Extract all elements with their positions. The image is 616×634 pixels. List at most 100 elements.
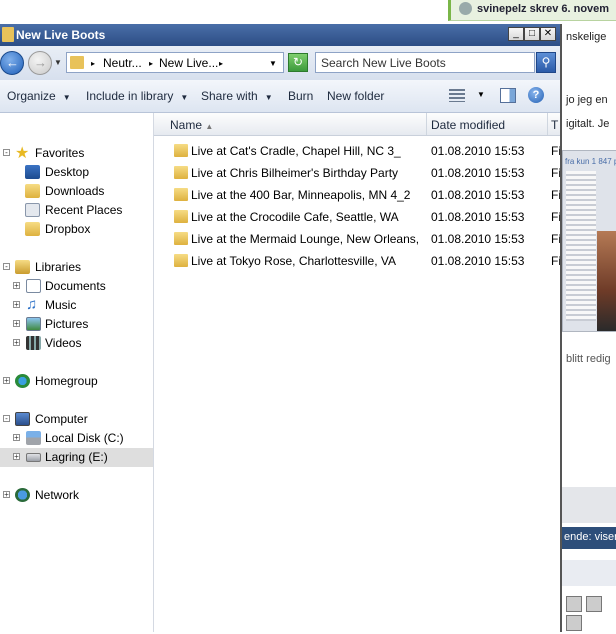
expand-icon[interactable]: + (13, 320, 20, 328)
nav-item-libraries[interactable]: - Libraries (0, 258, 153, 277)
background-text-2: jo jeg en (566, 94, 608, 106)
expand-icon[interactable]: + (13, 282, 20, 290)
table-row[interactable]: Live at the 400 Bar, Minneapolis, MN 4_2… (154, 184, 560, 206)
background-text-4: blitt redig (566, 353, 611, 365)
file-list: Name ▲ Date modified T Live at Cat's Cra… (154, 113, 560, 632)
organize-button[interactable]: Organize ▼ (7, 89, 71, 103)
libraries-icon (15, 260, 30, 274)
expand-icon[interactable]: + (13, 453, 20, 461)
network-icon (15, 488, 30, 502)
chevron-down-icon: ▼ (264, 93, 273, 102)
file-name: Live at Chris Bilheimer's Birthday Party (191, 166, 399, 180)
refresh-button[interactable]: ↻ (288, 53, 308, 72)
expand-icon[interactable]: + (3, 491, 10, 499)
table-row[interactable]: Live at Chris Bilheimer's Birthday Party… (154, 162, 560, 184)
file-name: Live at the Mermaid Lounge, New Orleans, (191, 232, 420, 246)
sort-ascending-icon: ▲ (205, 122, 214, 131)
file-type: Fi (551, 210, 560, 224)
share-with-button[interactable]: Share with ▼ (201, 89, 273, 103)
nav-item-network[interactable]: + Network (0, 486, 153, 505)
dropbox-folder-icon (25, 222, 40, 236)
music-icon: ♫ (26, 296, 38, 313)
nav-item-lagring[interactable]: + Lagring (E:) (0, 448, 153, 467)
breadcrumb-item-neutr[interactable]: Neutr... (103, 56, 142, 70)
close-button[interactable]: ✕ (540, 27, 556, 41)
search-input[interactable]: Search New Live Boots (315, 52, 535, 73)
nav-label: Videos (45, 336, 82, 350)
background-light-bar (562, 560, 616, 586)
background-image: fra kun 1 847 p (562, 150, 616, 332)
videos-icon (26, 336, 41, 350)
folder-icon (70, 56, 84, 69)
minimize-button[interactable]: _ (508, 27, 524, 41)
folder-icon (174, 210, 188, 223)
nav-label: Downloads (45, 184, 105, 198)
file-name: Live at Cat's Cradle, Chapel Hill, NC 3_ (191, 144, 401, 158)
nav-item-computer[interactable]: - Computer (0, 410, 153, 429)
search-icon[interactable]: ⚲ (536, 52, 556, 73)
nav-item-favorites[interactable]: - ★ Favorites (0, 144, 153, 163)
file-name: Live at the Crocodile Cafe, Seattle, WA (191, 210, 399, 224)
background-text-3: igitalt. Je (566, 118, 610, 130)
command-bar: Organize ▼ Include in library ▼ Share with… (0, 80, 560, 113)
notification-text: svinepelz skrev 6. novem (477, 3, 610, 15)
window-title: New Live Boots (16, 28, 106, 42)
include-in-library-button[interactable]: Include in library ▼ (86, 89, 188, 103)
nav-item-downloads[interactable]: Downloads (0, 182, 153, 201)
expand-icon[interactable]: + (13, 301, 20, 309)
folder-icon (174, 232, 188, 245)
nav-item-local-disk[interactable]: + Local Disk (C:) (0, 429, 153, 448)
nav-label: Libraries (35, 260, 82, 274)
nav-item-homegroup[interactable]: + Homegroup (0, 372, 153, 391)
expand-icon[interactable]: + (3, 377, 10, 385)
back-button[interactable]: ← (0, 51, 24, 75)
recent-places-icon (25, 203, 40, 217)
column-name[interactable]: Name ▲ (170, 118, 213, 132)
table-row[interactable]: Live at Cat's Cradle, Chapel Hill, NC 3_… (154, 140, 560, 162)
chevron-right-icon[interactable]: ▸ (91, 59, 95, 68)
background-toolbar-icons[interactable] (562, 596, 616, 631)
address-dropdown-icon[interactable]: ▼ (269, 59, 277, 68)
recent-pages-dropdown-icon[interactable]: ▼ (54, 58, 62, 67)
nav-item-music[interactable]: + ♫ Music (0, 296, 153, 315)
nav-item-dropbox[interactable]: Dropbox (0, 220, 153, 239)
avatar (459, 2, 472, 15)
column-type[interactable]: T (551, 118, 558, 132)
documents-icon (26, 279, 41, 293)
help-icon[interactable]: ? (528, 87, 544, 103)
explorer-window: New Live Boots _ □ ✕ ← → ▼ ▸ Neutr... ▸ … (0, 24, 562, 632)
nav-label: Music (45, 298, 77, 312)
nav-item-recent-places[interactable]: Recent Places (0, 201, 153, 220)
expand-icon[interactable]: + (13, 434, 20, 442)
breadcrumb[interactable]: ▸ Neutr... ▸ New Live... ▸ ▼ (66, 52, 284, 73)
view-options-icon[interactable] (449, 89, 465, 102)
table-row[interactable]: Live at the Mermaid Lounge, New Orleans,… (154, 228, 560, 250)
nav-label: Dropbox (45, 222, 91, 236)
collapse-icon[interactable]: - (3, 149, 10, 157)
nav-label: Documents (45, 279, 106, 293)
nav-item-videos[interactable]: + Videos (0, 334, 153, 353)
table-row[interactable]: Live at Tokyo Rose, Charlottesville, VA … (154, 250, 560, 272)
chevron-right-icon[interactable]: ▸ (219, 59, 223, 68)
chevron-down-icon[interactable]: ▼ (477, 90, 485, 99)
folder-icon (174, 188, 188, 201)
chevron-right-icon[interactable]: ▸ (149, 59, 153, 68)
notification-bar[interactable]: svinepelz skrev 6. novem (448, 0, 616, 21)
maximize-button[interactable]: □ (524, 27, 540, 41)
nav-item-desktop[interactable]: Desktop (0, 163, 153, 182)
column-date-modified[interactable]: Date modified (431, 118, 505, 132)
preview-pane-icon[interactable] (500, 88, 516, 103)
nav-item-documents[interactable]: + Documents (0, 277, 153, 296)
new-folder-button[interactable]: New folder (327, 89, 384, 103)
title-bar[interactable]: New Live Boots _ □ ✕ (0, 24, 560, 46)
burn-button[interactable]: Burn (288, 89, 313, 103)
file-date: 01.08.2010 15:53 (431, 232, 525, 246)
file-date: 01.08.2010 15:53 (431, 144, 525, 158)
forward-button[interactable]: → (28, 51, 52, 75)
nav-item-pictures[interactable]: + Pictures (0, 315, 153, 334)
collapse-icon[interactable]: - (3, 263, 10, 271)
expand-icon[interactable]: + (13, 339, 20, 347)
table-row[interactable]: Live at the Crocodile Cafe, Seattle, WA … (154, 206, 560, 228)
collapse-icon[interactable]: - (3, 415, 10, 423)
breadcrumb-item-new-live[interactable]: New Live... (159, 56, 218, 70)
